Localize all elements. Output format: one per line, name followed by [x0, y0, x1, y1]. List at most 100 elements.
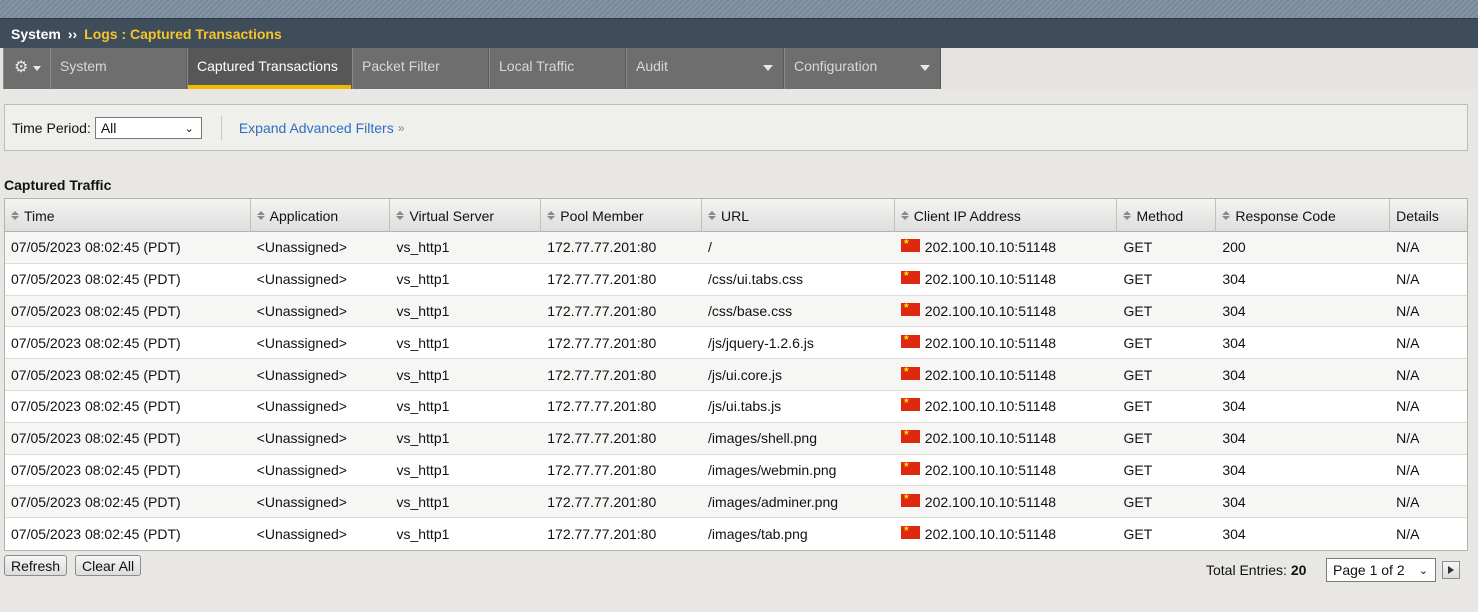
cell-virtual-server: vs_http1	[396, 302, 450, 319]
cell-response-code: 304	[1222, 271, 1246, 288]
china-flag-icon	[900, 396, 920, 412]
cell-application: <Unassigned>	[256, 302, 347, 319]
page-select[interactable]: Page 1 of 2 ⌄	[1326, 558, 1436, 582]
next-page-button[interactable]	[1442, 561, 1460, 579]
cell-details: N/A	[1396, 398, 1420, 415]
cell-time: 07/05/2023 08:02:45 (PDT)	[11, 398, 181, 415]
table-row[interactable]: 07/05/2023 08:02:45 (PDT) <Unassigned> v…	[5, 232, 1467, 264]
cell-time: 07/05/2023 08:02:45 (PDT)	[11, 493, 181, 510]
table-row[interactable]: 07/05/2023 08:02:45 (PDT) <Unassigned> v…	[5, 359, 1467, 391]
table-row[interactable]: 07/05/2023 08:02:45 (PDT) <Unassigned> v…	[5, 390, 1467, 423]
breadcrumb-root[interactable]: System	[11, 26, 61, 42]
breadcrumb: System ›› Logs : Captured Transactions	[0, 18, 1478, 48]
cell-details: N/A	[1396, 430, 1420, 447]
column-header-url[interactable]: URL	[702, 199, 895, 232]
cell-client-ip: 202.100.10.10:51148	[895, 423, 1118, 454]
column-label: Application	[269, 207, 339, 224]
client-ip-text: 202.100.10.10:51148	[924, 461, 1057, 478]
column-label: Method	[1136, 207, 1184, 224]
double-chevron-down-icon[interactable]: »	[398, 121, 405, 135]
cell-method: GET	[1123, 493, 1153, 510]
tab-configuration[interactable]: Configuration	[784, 48, 941, 89]
column-header-pool-member[interactable]: Pool Member	[541, 199, 703, 232]
total-entries-label: Total Entries:	[1206, 562, 1287, 578]
column-label: Time	[24, 207, 55, 224]
cell-application: <Unassigned>	[256, 430, 347, 447]
tab-label: Local Traffic	[499, 58, 575, 74]
time-period-label: Time Period:	[12, 119, 91, 136]
cell-client-ip: 202.100.10.10:51148	[895, 455, 1118, 486]
table-row[interactable]: 07/05/2023 08:02:45 (PDT) <Unassigned> v…	[5, 422, 1467, 455]
cell-virtual-server: vs_http1	[396, 271, 450, 288]
column-header-client-ip[interactable]: Client IP Address	[895, 199, 1118, 232]
cell-time: 07/05/2023 08:02:45 (PDT)	[11, 239, 181, 256]
cell-response-code: 304	[1222, 302, 1246, 319]
column-header-response-code[interactable]: Response Code	[1216, 199, 1391, 232]
column-label: Client IP Address	[913, 207, 1021, 224]
cell-client-ip: 202.100.10.10:51148	[895, 518, 1118, 550]
filter-panel: Time Period: All ⌄ Expand Advanced Filte…	[4, 104, 1468, 151]
cell-method: GET	[1123, 461, 1153, 478]
sort-icon	[1222, 211, 1231, 220]
cell-url: /images/tab.png	[708, 526, 808, 543]
expand-advanced-filters-link[interactable]: Expand Advanced Filters	[239, 120, 394, 136]
column-label: Virtual Server	[409, 207, 495, 224]
tab-local-traffic[interactable]: Local Traffic	[489, 48, 626, 89]
cell-details: N/A	[1396, 366, 1420, 383]
table-row[interactable]: 07/05/2023 08:02:45 (PDT) <Unassigned> v…	[5, 486, 1467, 519]
table-row[interactable]: 07/05/2023 08:02:45 (PDT) <Unassigned> v…	[5, 295, 1467, 328]
cell-method: GET	[1123, 366, 1153, 383]
column-header-virtual-server[interactable]: Virtual Server	[390, 199, 542, 232]
section-title: Captured Traffic	[4, 177, 112, 193]
table-row[interactable]: 07/05/2023 08:02:45 (PDT) <Unassigned> v…	[5, 454, 1467, 487]
table-row[interactable]: 07/05/2023 08:02:45 (PDT) <Unassigned> v…	[5, 327, 1467, 360]
cell-client-ip: 202.100.10.10:51148	[895, 486, 1118, 517]
time-period-select[interactable]: All ⌄	[94, 116, 202, 139]
top-banner-strip	[0, 0, 1478, 18]
tab-captured-transactions[interactable]: Captured Transactions	[187, 48, 352, 89]
cell-details: N/A	[1396, 271, 1420, 288]
cell-details: N/A	[1396, 334, 1420, 351]
gear-menu-button[interactable]: ⚙	[3, 48, 51, 89]
clear-all-button[interactable]: Clear All	[75, 555, 142, 576]
cell-url: /js/ui.tabs.js	[708, 398, 782, 415]
cell-time: 07/05/2023 08:02:45 (PDT)	[11, 334, 181, 351]
refresh-button[interactable]: Refresh	[4, 555, 68, 576]
cell-time: 07/05/2023 08:02:45 (PDT)	[11, 271, 181, 288]
cell-pool-member: 172.77.77.201:80	[547, 430, 657, 447]
cell-virtual-server: vs_http1	[396, 461, 450, 478]
time-period-value: All	[100, 119, 117, 136]
china-flag-icon	[900, 492, 920, 507]
tab-packet-filter[interactable]: Packet Filter	[352, 48, 489, 89]
tab-label: Audit	[636, 58, 668, 74]
chevron-down-icon: ⌄	[1418, 565, 1428, 577]
captured-traffic-table: Time Application Virtual Server Pool Mem…	[4, 198, 1468, 551]
cell-method: GET	[1123, 398, 1153, 415]
cell-time: 07/05/2023 08:02:45 (PDT)	[11, 302, 181, 319]
cell-response-code: 304	[1222, 430, 1246, 447]
column-header-application[interactable]: Application	[251, 199, 391, 232]
cell-pool-member: 172.77.77.201:80	[547, 302, 657, 319]
column-header-time[interactable]: Time	[5, 199, 251, 232]
cell-url: /css/base.css	[708, 302, 793, 319]
next-arrow-icon	[1448, 566, 1454, 574]
cell-pool-member: 172.77.77.201:80	[547, 398, 657, 415]
cell-pool-member: 172.77.77.201:80	[547, 461, 657, 478]
cell-response-code: 304	[1222, 461, 1246, 478]
column-label: URL	[721, 207, 750, 224]
cell-virtual-server: vs_http1	[396, 239, 450, 256]
table-row[interactable]: 07/05/2023 08:02:45 (PDT) <Unassigned> v…	[5, 263, 1467, 296]
cell-application: <Unassigned>	[256, 526, 347, 543]
cell-time: 07/05/2023 08:02:45 (PDT)	[11, 461, 181, 478]
cell-details: N/A	[1396, 302, 1420, 319]
china-flag-icon	[900, 428, 920, 444]
tab-audit[interactable]: Audit	[626, 48, 784, 89]
column-header-method[interactable]: Method	[1117, 199, 1217, 232]
table-row[interactable]: 07/05/2023 08:02:45 (PDT) <Unassigned> v…	[5, 518, 1467, 550]
cell-method: GET	[1123, 334, 1153, 351]
cell-client-ip: 202.100.10.10:51148	[895, 359, 1118, 390]
cell-details: N/A	[1396, 239, 1420, 256]
tab-system[interactable]: System	[50, 48, 187, 89]
cell-client-ip: 202.100.10.10:51148	[895, 232, 1118, 263]
cell-application: <Unassigned>	[256, 239, 347, 256]
